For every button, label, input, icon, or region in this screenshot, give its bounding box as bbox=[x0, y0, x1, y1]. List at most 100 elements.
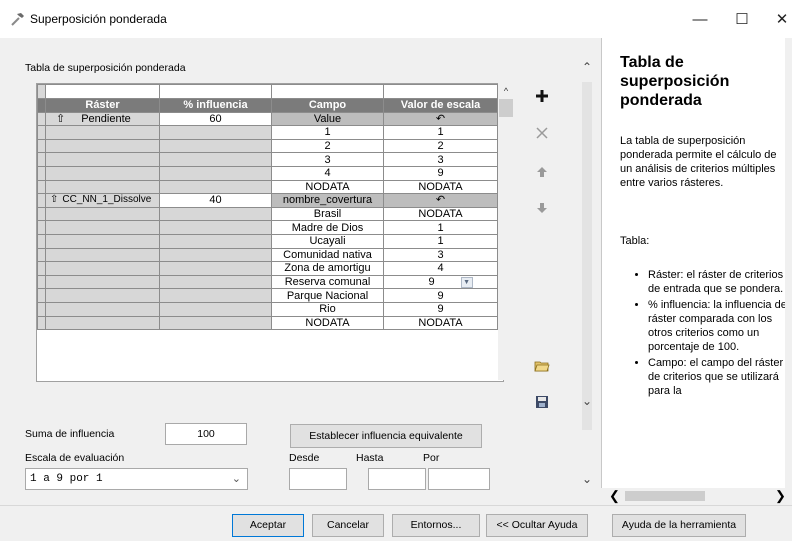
x-icon[interactable] bbox=[530, 122, 554, 144]
by-label: Por bbox=[423, 452, 440, 464]
table-row[interactable]: Reserva comunal 9 ▼ bbox=[37, 274, 498, 290]
help-list-item: Campo: el campo del ráster de criterios … bbox=[648, 356, 790, 398]
table-row[interactable]: Zona de amortigu 4 bbox=[37, 261, 498, 276]
help-list: Ráster: el ráster de criterios de entrad… bbox=[618, 268, 790, 400]
header-influence: % influencia bbox=[159, 98, 272, 113]
raster-name-cell[interactable]: ⇧ CC_NN_1_Dissolve bbox=[45, 193, 160, 208]
scale-value[interactable]: 3 bbox=[383, 247, 498, 263]
raster-name-cell[interactable]: ⇧ Pendiente bbox=[45, 111, 160, 127]
field-cell[interactable]: nombre_covertura bbox=[271, 193, 384, 208]
scale-value[interactable]: 1 bbox=[383, 220, 498, 235]
arrow-down-icon[interactable] bbox=[530, 197, 554, 219]
field-value: Ucayali bbox=[271, 233, 384, 249]
table-row[interactable]: Brasil NODATA bbox=[37, 206, 498, 222]
help-horizontal-scrollbar[interactable]: ❮ ❯ bbox=[601, 488, 792, 504]
table-row[interactable]: Ucayali 1 bbox=[37, 233, 498, 249]
raster-row-pendiente[interactable]: ⇧ Pendiente 60 Value ↶ bbox=[37, 111, 498, 127]
reset-icon[interactable]: ↶ bbox=[383, 193, 498, 208]
table-row[interactable]: 33 bbox=[37, 152, 498, 167]
scale-value[interactable]: NODATA bbox=[383, 315, 498, 331]
sum-influence-field: 100 bbox=[165, 423, 247, 445]
hide-help-button[interactable]: << Ocultar Ayuda bbox=[486, 514, 588, 537]
evaluation-scale-select[interactable]: 1 a 9 por 1 ⌄ bbox=[25, 468, 248, 490]
help-list-item: % influencia: la influencia del ráster c… bbox=[648, 298, 790, 354]
by-input[interactable] bbox=[428, 468, 490, 490]
table-row[interactable]: 49 bbox=[37, 165, 498, 181]
table-scrollbar[interactable] bbox=[498, 83, 514, 380]
ok-button[interactable]: Aceptar bbox=[232, 514, 304, 537]
sum-influence-label: Suma de influencia bbox=[25, 428, 115, 440]
dropdown-arrow-icon[interactable]: ▼ bbox=[460, 276, 473, 288]
scale-value[interactable]: 3 bbox=[383, 152, 498, 167]
raster-row-cc-nn[interactable]: ⇧ CC_NN_1_Dissolve 40 nombre_covertura ↶ bbox=[37, 193, 498, 208]
field-value: Zona de amortigu bbox=[271, 261, 384, 276]
floppy-disk-icon[interactable] bbox=[530, 391, 554, 413]
table-scroll-thumb[interactable] bbox=[499, 99, 513, 117]
chevron-down-icon[interactable]: ⌄ bbox=[232, 469, 241, 489]
field-value: 4 bbox=[271, 165, 384, 181]
scroll-left-icon[interactable]: ❮ bbox=[609, 488, 620, 504]
scale-value[interactable]: 9 bbox=[383, 301, 498, 317]
field-value: Madre de Dios bbox=[271, 220, 384, 235]
set-equal-influence-button[interactable]: Establecer influencia equivalente bbox=[290, 424, 482, 448]
table-row[interactable]: Rio 9 bbox=[37, 301, 498, 317]
scale-value[interactable]: 1 bbox=[383, 233, 498, 249]
table-header-row: Ráster % influencia Campo Valor de escal… bbox=[37, 98, 498, 113]
arrow-up-icon[interactable] bbox=[530, 161, 554, 183]
help-tabla-label: Tabla: bbox=[620, 235, 650, 247]
hammer-icon bbox=[11, 13, 24, 26]
scale-value[interactable]: 1 bbox=[383, 125, 498, 140]
weighted-overlay-table[interactable]: Ráster % influencia Campo Valor de escal… bbox=[36, 83, 504, 382]
field-value: 1 bbox=[271, 125, 384, 140]
collapse-icon[interactable]: ⇧ bbox=[50, 195, 58, 206]
environments-button[interactable]: Entornos... bbox=[392, 514, 480, 537]
footer-divider bbox=[0, 505, 792, 506]
scale-value[interactable]: 4 bbox=[383, 261, 498, 276]
header-scale-value: Valor de escala bbox=[383, 98, 498, 113]
scale-value-cell[interactable]: 9 ▼ bbox=[383, 274, 498, 290]
tool-help-button[interactable]: Ayuda de la herramienta bbox=[612, 514, 746, 537]
scale-value[interactable]: 9 bbox=[383, 165, 498, 181]
table-row[interactable]: 11 bbox=[37, 125, 498, 140]
field-value: Rio bbox=[271, 301, 384, 317]
raster-name: CC_NN_1_Dissolve bbox=[62, 194, 152, 206]
influence-cell[interactable]: 60 bbox=[159, 111, 272, 127]
scale-value: 9 bbox=[428, 276, 435, 289]
scroll-up-arrow-icon[interactable]: ^ bbox=[498, 83, 514, 99]
table-row[interactable]: Madre de Dios 1 bbox=[37, 220, 498, 235]
help-title: Tabla de superposición ponderada bbox=[620, 54, 730, 109]
table-row[interactable]: Parque Nacional 9 bbox=[37, 288, 498, 303]
scale-value[interactable]: NODATA bbox=[383, 179, 498, 195]
from-input[interactable] bbox=[289, 468, 347, 490]
cancel-button[interactable]: Cancelar bbox=[312, 514, 384, 537]
reset-icon[interactable]: ↶ bbox=[383, 111, 498, 127]
field-value: NODATA bbox=[271, 179, 384, 195]
help-hscroll-thumb[interactable] bbox=[625, 491, 705, 501]
form-scroll-down-icon[interactable]: ⌄ bbox=[578, 470, 596, 488]
plus-icon[interactable] bbox=[530, 85, 554, 107]
scroll-right-icon[interactable]: ❯ bbox=[775, 488, 786, 504]
help-vertical-scrollbar[interactable] bbox=[785, 38, 792, 488]
to-label: Hasta bbox=[356, 452, 384, 464]
form-scroll-up-icon[interactable]: ⌃ bbox=[578, 58, 596, 76]
maximize-button[interactable]: ☐ bbox=[722, 6, 762, 32]
influence-cell[interactable]: 40 bbox=[159, 193, 272, 208]
form-scroll-thumb[interactable] bbox=[582, 82, 592, 430]
field-value: 3 bbox=[271, 152, 384, 167]
table-scroll-down-icon[interactable]: ⌄ bbox=[578, 392, 596, 410]
field-cell[interactable]: Value bbox=[271, 111, 384, 127]
table-row[interactable]: Comunidad nativa 3 bbox=[37, 247, 498, 263]
collapse-icon[interactable]: ⇧ bbox=[56, 113, 65, 125]
scale-value[interactable]: NODATA bbox=[383, 206, 498, 222]
scale-value[interactable]: 2 bbox=[383, 138, 498, 154]
table-row[interactable]: 22 bbox=[37, 138, 498, 154]
scale-value[interactable]: 9 bbox=[383, 288, 498, 303]
field-value: Parque Nacional bbox=[271, 288, 384, 303]
table-row[interactable]: NODATA NODATA bbox=[37, 179, 498, 195]
to-input[interactable] bbox=[368, 468, 426, 490]
folder-open-icon[interactable] bbox=[530, 355, 554, 377]
close-button[interactable]: ✕ bbox=[762, 6, 792, 32]
minimize-button[interactable]: — bbox=[680, 6, 720, 32]
table-row[interactable]: NODATA NODATA bbox=[37, 315, 498, 331]
field-value: Reserva comunal bbox=[271, 274, 384, 290]
